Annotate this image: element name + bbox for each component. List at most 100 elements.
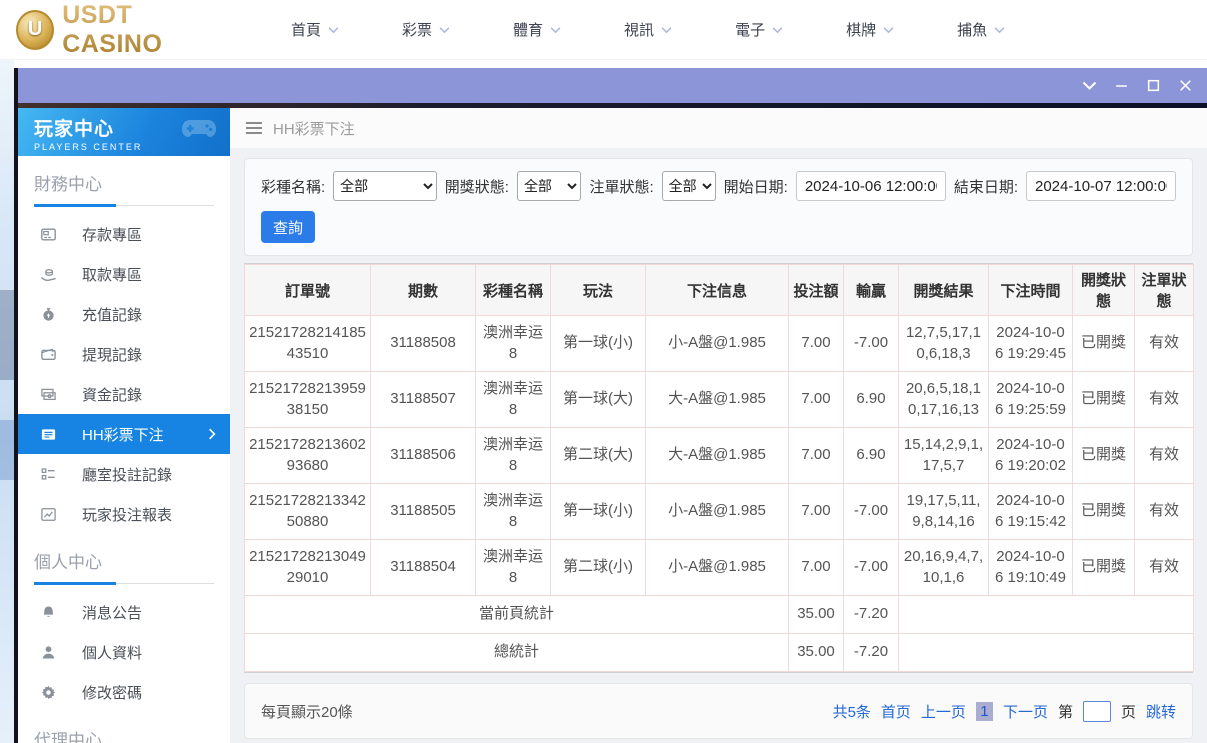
- sidebar-item-0-1[interactable]: 取款專區: [18, 254, 230, 294]
- wallet-icon: [40, 346, 57, 363]
- table-cell: 大-A盤@1.985: [645, 371, 789, 428]
- column-header: 訂單號: [244, 264, 371, 316]
- table-row: 2152172821360293680 31188506 澳洲幸运8 第二球(大) 大-…: [244, 427, 1194, 484]
- sidebar-section-label: 財務中心: [34, 175, 102, 194]
- table-cell: 6.90: [843, 371, 899, 428]
- gear-icon: [40, 684, 57, 701]
- sidebar-item-0-3[interactable]: 提現記錄: [18, 334, 230, 374]
- table-cell: 7.00: [788, 483, 844, 540]
- deposit-card-icon: [40, 226, 57, 243]
- jump-suffix-label: 页: [1120, 703, 1136, 721]
- table-cell: 2024-10-06 19:29:45: [988, 315, 1073, 372]
- table-row: 2152172821395938150 31188507 澳洲幸运8 第一球(大) 大-…: [244, 371, 1194, 428]
- nav-item-6[interactable]: 捕魚: [957, 19, 1005, 40]
- money-bag-icon: [40, 306, 57, 323]
- nav-item-2[interactable]: 體育: [513, 19, 561, 40]
- bets-table: 訂單號 期數 彩種名稱 玩法 下注信息 投注額 輸贏 開獎結果 下注時間 開獎狀態 注單狀態 215…: [244, 263, 1194, 673]
- start-date-label: 開始日期:: [723, 178, 788, 196]
- table-cell: 20,16,9,4,7,10,1,6: [898, 539, 989, 596]
- minimize-icon: [1114, 78, 1129, 93]
- pagination: 共5条 首页 上一页 1 下一页 第 页 跳转: [833, 700, 1176, 722]
- start-date-input[interactable]: [795, 171, 946, 201]
- usdt-casino-logo[interactable]: U USDT CASINO: [16, 1, 231, 59]
- collapse-button[interactable]: [1082, 78, 1097, 93]
- chevron-down-icon: [994, 26, 1005, 34]
- window-titlebar: [18, 68, 1207, 103]
- table-cell: 7.00: [788, 427, 844, 484]
- sidebar-item-0-7[interactable]: 玩家投注報表: [18, 494, 230, 534]
- section-underline: [34, 204, 214, 207]
- withdraw-hand-icon: [40, 266, 57, 283]
- summary-winloss-total: -7.20: [843, 595, 899, 634]
- sidebar-item-0-4[interactable]: 資金記錄: [18, 374, 230, 414]
- table-row: 2152172821418543510 31188508 澳洲幸运8 第一球(小) 小-…: [244, 315, 1194, 372]
- minimize-button[interactable]: [1114, 78, 1129, 93]
- sidebar-item-0-6[interactable]: 廳室投註記錄: [18, 454, 230, 494]
- first-page-link[interactable]: 首页: [881, 701, 911, 722]
- table-cell: 大-A盤@1.985: [645, 427, 789, 484]
- next-page-link[interactable]: 下一页: [1003, 701, 1048, 722]
- summary-winloss-total: -7.20: [843, 633, 899, 672]
- sidebar-item-1-0[interactable]: 消息公告: [18, 592, 230, 632]
- player-center-window: 玩家中心 PLAYERS CENTER 財務中心 存款專區 取款專區 充值記錄 提現記錄…: [14, 68, 1207, 743]
- nav-item-4[interactable]: 電子: [735, 19, 783, 40]
- lottery-name-select[interactable]: 全部: [333, 171, 437, 201]
- table-cell: 12,7,5,17,10,6,18,3: [898, 315, 989, 372]
- lottery-list-icon: [40, 426, 57, 443]
- chevron-down-icon: [883, 26, 894, 34]
- table-cell: 7.00: [788, 371, 844, 428]
- table-footer-bar: 每頁顯示20條 共5条 首页 上一页 1 下一页 第 页 跳转: [244, 683, 1193, 739]
- jump-prefix-label: 第: [1057, 703, 1073, 721]
- hamburger-menu-icon[interactable]: [246, 122, 262, 134]
- main-nav: 首頁 彩票 體育 視訊 電子 棋牌 捕魚: [291, 19, 1005, 40]
- section-underline: [34, 582, 214, 585]
- current-page-badge[interactable]: 1: [975, 701, 993, 721]
- page-header: HH彩票下注: [230, 108, 1207, 148]
- table-cell: 有效: [1134, 427, 1194, 484]
- prev-page-link[interactable]: 上一页: [921, 701, 966, 722]
- sidebar-item-label: 修改密碼: [82, 684, 143, 702]
- jump-action-link[interactable]: 跳转: [1146, 701, 1176, 722]
- nav-item-5[interactable]: 棋牌: [846, 19, 894, 40]
- maximize-button[interactable]: [1146, 78, 1161, 93]
- table-cell: 2152172821334250880: [244, 483, 371, 540]
- banknotes-icon: [40, 386, 57, 403]
- summary-empty-cell: [898, 633, 1194, 672]
- nav-item-3[interactable]: 視訊: [624, 19, 672, 40]
- sidebar-item-0-2[interactable]: 充值記錄: [18, 294, 230, 334]
- table-cell: 7.00: [788, 539, 844, 596]
- lottery-name-label: 彩種名稱:: [261, 178, 326, 196]
- user-icon: [40, 644, 57, 661]
- draw-status-select[interactable]: 全部: [516, 171, 582, 201]
- summary-label: 總統計: [244, 633, 789, 672]
- summary-label: 當前頁統計: [244, 595, 789, 634]
- end-date-input[interactable]: [1026, 171, 1176, 201]
- table-cell: 有效: [1134, 371, 1194, 428]
- nav-item-1[interactable]: 彩票: [402, 19, 450, 40]
- table-cell: 第一球(大): [550, 371, 646, 428]
- sidebar-item-1-1[interactable]: 個人資料: [18, 632, 230, 672]
- column-header: 開獎結果: [898, 264, 989, 316]
- query-button[interactable]: 查詢: [261, 211, 315, 243]
- table-cell: 第一球(小): [550, 483, 646, 540]
- table-cell: -7.00: [843, 539, 899, 596]
- close-button[interactable]: [1178, 78, 1193, 93]
- table-row: 2152172821334250880 31188505 澳洲幸运8 第一球(小) 小-…: [244, 483, 1194, 540]
- table-cell: 31188508: [370, 315, 476, 372]
- close-icon: [1178, 78, 1193, 93]
- sidebar-item-0-5[interactable]: HH彩票下注: [18, 414, 230, 454]
- column-header: 期數: [370, 264, 476, 316]
- page-jump-input[interactable]: [1082, 700, 1111, 722]
- sidebar-item-1-2[interactable]: 修改密碼: [18, 672, 230, 712]
- sidebar-item-label: 個人資料: [82, 644, 143, 662]
- summary-empty-cell: [898, 595, 1194, 634]
- end-date-label: 結束日期:: [953, 178, 1018, 196]
- hall-records-icon: [40, 466, 57, 483]
- logo-coin-icon: U: [16, 9, 55, 50]
- order-status-select[interactable]: 全部: [661, 171, 716, 201]
- nav-item-0[interactable]: 首頁: [291, 19, 339, 40]
- table-cell: 有效: [1134, 315, 1194, 372]
- sidebar-item-0-0[interactable]: 存款專區: [18, 214, 230, 254]
- table-cell: 第二球(小): [550, 539, 646, 596]
- nav-item-label: 彩票: [402, 22, 433, 39]
